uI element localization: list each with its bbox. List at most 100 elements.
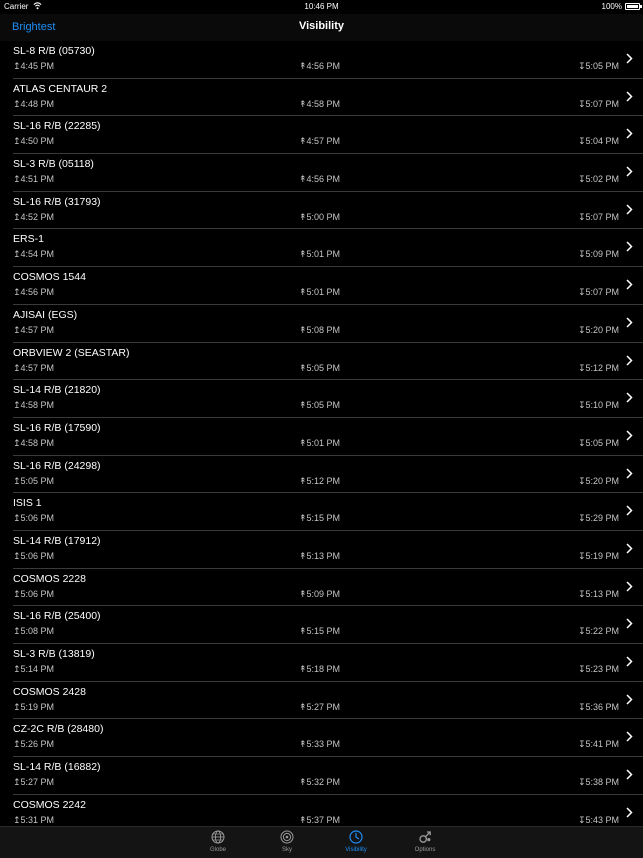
satellite-name: SL-3 R/B (05118) <box>13 158 94 171</box>
set-time: ↧5:07 PM <box>577 98 619 109</box>
list-item[interactable]: SL-14 R/B (17912) ↥5:06 PM ↟5:13 PM ↧5:19 P… <box>13 531 643 569</box>
chevron-right-icon <box>626 53 633 64</box>
tab-visibility-label: Visibility <box>345 847 367 853</box>
rise-time: ↥4:57 PM <box>13 362 55 373</box>
rise-time: ↥5:31 PM <box>13 814 55 825</box>
set-time: ↧5:13 PM <box>577 588 619 599</box>
list-item[interactable]: SL-16 R/B (17590) ↥4:58 PM ↟5:01 PM ↧5:05 P… <box>13 418 643 456</box>
list-item[interactable]: SL-3 R/B (13819) ↥5:14 PM ↟5:18 PM ↧5:23 PM <box>13 644 643 682</box>
satellite-name: SL-14 R/B (17912) <box>13 534 101 547</box>
set-time: ↧5:05 PM <box>577 437 619 448</box>
list-item[interactable]: SL-3 R/B (05118) ↥4:51 PM ↟4:56 PM ↧5:02 PM <box>13 154 643 192</box>
visibility-list[interactable]: SL-8 R/B (05730) ↥4:45 PM ↟4:56 PM ↧5:05 PM… <box>0 41 643 826</box>
satellite-name: SL-16 R/B (24298) <box>13 459 101 472</box>
status-bar: Carrier 10:46 PM 100% <box>0 0 643 14</box>
rise-time: ↥4:56 PM <box>13 287 55 298</box>
satellite-name: SL-16 R/B (31793) <box>13 195 101 208</box>
tab-globe[interactable]: Globe <box>188 830 248 853</box>
satellite-name: SL-16 R/B (25400) <box>13 610 101 623</box>
set-time: ↧5:07 PM <box>577 211 619 222</box>
max-elevation-time: ↟5:33 PM <box>299 739 341 750</box>
battery-percent: 100% <box>601 2 622 11</box>
rise-time: ↥5:19 PM <box>13 701 55 712</box>
rise-time: ↥5:14 PM <box>13 664 55 674</box>
list-item[interactable]: SL-14 R/B (16882) ↥5:27 PM ↟5:32 PM ↧5:38 P… <box>13 757 643 795</box>
rise-time: ↥5:27 PM <box>13 777 55 788</box>
set-time: ↧5:41 PM <box>577 739 619 750</box>
list-item[interactable]: CZ-2C R/B (28480) ↥5:26 PM ↟5:33 PM ↧5:41 P… <box>13 719 643 758</box>
list-item[interactable]: SL-14 R/B (21820) ↥4:58 PM ↟5:05 PM ↧5:10 P… <box>13 380 643 418</box>
chevron-right-icon <box>626 166 633 177</box>
set-time: ↧5:09 PM <box>577 249 619 260</box>
satellite-name: SL-14 R/B (16882) <box>13 761 101 774</box>
satellite-name: ERS-1 <box>13 233 44 246</box>
max-elevation-time: ↟5:09 PM <box>299 588 341 599</box>
tab-visibility[interactable]: Visibility <box>326 830 386 853</box>
max-elevation-time: ↟5:15 PM <box>299 626 341 637</box>
tab-options[interactable]: Options <box>395 830 455 853</box>
list-item[interactable]: SL-16 R/B (31793) ↥4:52 PM ↟5:00 PM ↧5:07 P… <box>13 192 643 230</box>
chevron-right-icon <box>626 430 633 441</box>
satellite-name: SL-8 R/B (05730) <box>13 45 95 57</box>
list-item[interactable]: SL-16 R/B (24298) ↥5:05 PM ↟5:12 PM ↧5:20 P… <box>13 456 643 494</box>
max-elevation-time: ↟5:08 PM <box>299 324 341 335</box>
list-item[interactable]: ATLAS CENTAUR 2 ↥4:48 PM ↟4:58 PM ↧5:07 PM <box>13 79 643 117</box>
list-item[interactable]: ISIS 1 ↥5:06 PM ↟5:15 PM ↧5:29 PM <box>13 493 643 531</box>
chevron-right-icon <box>626 807 633 818</box>
satellite-name: ISIS 1 <box>13 497 42 510</box>
battery-icon <box>625 3 642 10</box>
set-time: ↧5:36 PM <box>577 701 619 712</box>
list-item[interactable]: COSMOS 2228 ↥5:06 PM ↟5:09 PM ↧5:13 PM <box>13 569 643 607</box>
chevron-right-icon <box>626 543 633 554</box>
chevron-right-icon <box>626 279 633 290</box>
tab-options-label: Options <box>414 847 436 853</box>
rise-time: ↥5:06 PM <box>13 550 55 561</box>
tab-sky[interactable]: Sky <box>257 830 317 853</box>
max-elevation-time: ↟4:56 PM <box>299 61 341 71</box>
rise-time: ↥4:54 PM <box>13 249 55 260</box>
tab-globe-label: Globe <box>209 847 226 853</box>
max-elevation-time: ↟5:01 PM <box>299 249 341 260</box>
max-elevation-time: ↟5:15 PM <box>299 513 341 524</box>
satellite-name: SL-16 R/B (22285) <box>13 120 101 133</box>
rise-time: ↥5:06 PM <box>13 513 55 524</box>
chevron-right-icon <box>626 128 633 139</box>
rise-time: ↥5:06 PM <box>13 588 55 599</box>
rise-time: ↥5:08 PM <box>13 626 55 637</box>
set-time: ↧5:19 PM <box>577 550 619 561</box>
set-time: ↧5:02 PM <box>577 174 619 185</box>
satellite-name: ATLAS CENTAUR 2 <box>13 82 108 95</box>
list-item[interactable]: COSMOS 1544 ↥4:56 PM ↟5:01 PM ↧5:07 PM <box>13 267 643 305</box>
list-item[interactable]: SL-16 R/B (25400) ↥5:08 PM ↟5:15 PM ↧5:22 P… <box>13 606 643 644</box>
satellite-name: SL-3 R/B (13819) <box>13 648 95 660</box>
list-item[interactable]: ERS-1 ↥4:54 PM ↟5:01 PM ↧5:09 PM <box>13 229 643 268</box>
satellite-name: COSMOS 2228 <box>13 572 86 585</box>
list-item[interactable]: COSMOS 2242 ↥5:31 PM ↟5:37 PM ↧5:43 PM <box>13 795 643 826</box>
set-time: ↧5:07 PM <box>577 287 619 298</box>
gender-symbol-icon <box>419 831 431 843</box>
set-time: ↧5:05 PM <box>577 61 619 71</box>
max-elevation-time: ↟5:13 PM <box>299 550 341 561</box>
sky-icon <box>280 830 294 844</box>
set-time: ↧5:29 PM <box>577 513 619 524</box>
list-item[interactable]: AJISAI (EGS) ↥4:57 PM ↟5:08 PM ↧5:20 PM <box>13 305 643 343</box>
rise-time: ↥4:51 PM <box>13 174 55 185</box>
set-time: ↧5:20 PM <box>577 324 619 335</box>
chevron-right-icon <box>626 769 633 780</box>
chevron-right-icon <box>626 731 633 742</box>
satellite-name: COSMOS 2428 <box>13 685 86 698</box>
max-elevation-time: ↟5:27 PM <box>299 701 341 712</box>
list-item[interactable]: COSMOS 2428 ↥5:19 PM ↟5:27 PM ↧5:36 PM <box>13 682 643 720</box>
list-item[interactable]: SL-8 R/B (05730) ↥4:45 PM ↟4:56 PM ↧5:05 PM <box>13 41 643 79</box>
chevron-right-icon <box>626 694 633 705</box>
max-elevation-time: ↟4:57 PM <box>299 136 341 147</box>
rise-time: ↥4:50 PM <box>13 136 55 147</box>
tab-bar: Globe Sky Visibility Options <box>0 826 643 858</box>
max-elevation-time: ↟4:56 PM <box>299 174 341 185</box>
list-item[interactable]: SL-16 R/B (22285) ↥4:50 PM ↟4:57 PM ↧5:04 P… <box>13 116 643 155</box>
list-item[interactable]: ORBVIEW 2 (SEASTAR) ↥4:57 PM ↟5:05 PM ↧5:12… <box>13 343 643 381</box>
chevron-right-icon <box>626 505 633 516</box>
clock-label: 10:46 PM <box>304 2 339 11</box>
satellite-name: CZ-2C R/B (28480) <box>13 723 104 736</box>
satellite-name: COSMOS 2242 <box>13 798 86 811</box>
